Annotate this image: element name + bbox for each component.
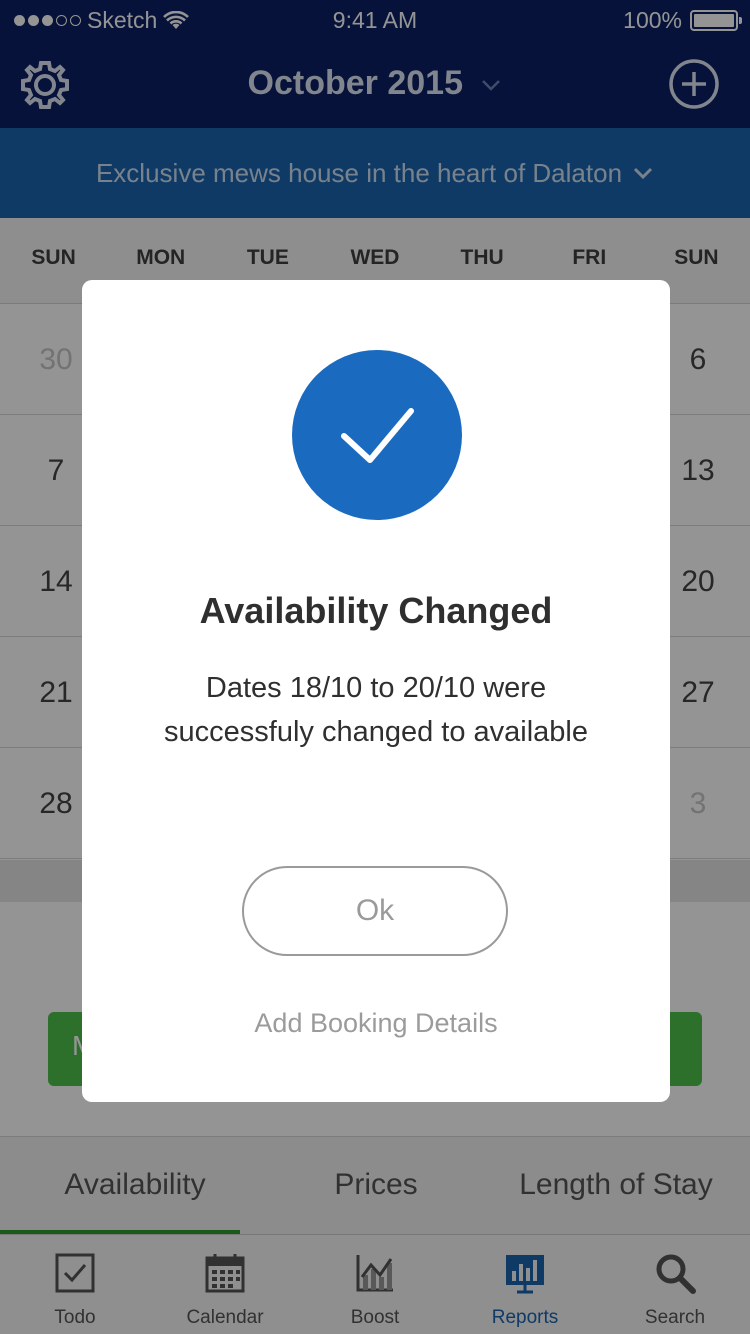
add-booking-details-link[interactable]: Add Booking Details — [82, 1008, 670, 1039]
success-badge — [292, 350, 462, 520]
availability-changed-dialog: Availability Changed Dates 18/10 to 20/1… — [82, 280, 670, 1102]
ok-button[interactable]: Ok — [242, 866, 508, 956]
dialog-title: Availability Changed — [199, 590, 553, 631]
checkmark-icon — [341, 408, 414, 463]
dialog-message: Dates 18/10 to 20/10 were successfuly ch… — [164, 672, 588, 748]
